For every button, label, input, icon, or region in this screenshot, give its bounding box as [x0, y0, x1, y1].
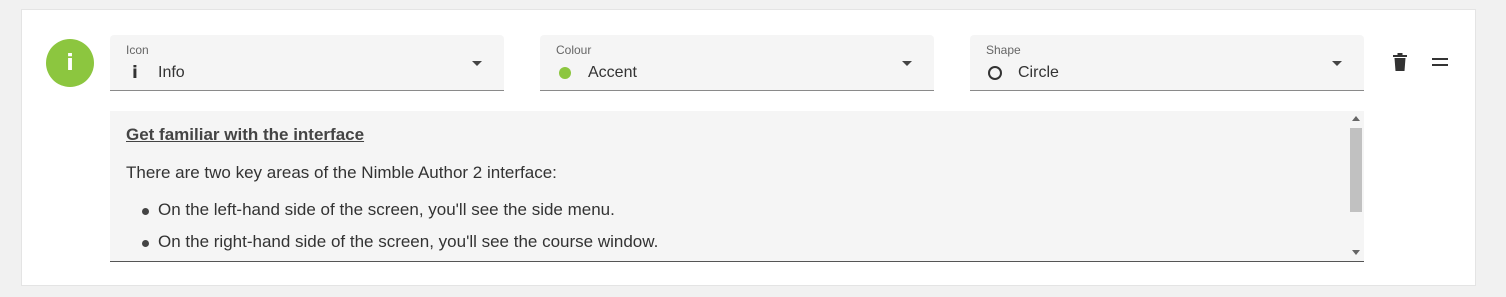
- colour-select-label: Colour: [556, 43, 592, 57]
- editor-scrollbar[interactable]: [1349, 111, 1363, 261]
- content-paragraph[interactable]: There are two key areas of the Nimble Au…: [126, 163, 1334, 183]
- shape-select[interactable]: Shape Circle: [970, 35, 1364, 91]
- scroll-down-icon[interactable]: [1352, 250, 1360, 255]
- shape-select-value: Circle: [1018, 64, 1059, 81]
- colour-select[interactable]: Colour Accent: [540, 35, 934, 91]
- scrollbar-thumb[interactable]: [1350, 128, 1362, 212]
- shape-select-label: Shape: [986, 43, 1021, 57]
- callout-badge: i: [46, 39, 94, 87]
- content-heading[interactable]: Get familiar with the interface: [126, 125, 1334, 145]
- chevron-down-icon[interactable]: [902, 61, 912, 66]
- info-icon: i: [132, 63, 138, 83]
- icon-select[interactable]: Icon i Info: [110, 35, 504, 91]
- bullet-icon: [142, 208, 149, 215]
- drag-handle-icon: [1432, 58, 1448, 66]
- trash-icon: [1393, 53, 1407, 71]
- colour-select-value: Accent: [588, 64, 637, 81]
- icon-select-label: Icon: [126, 43, 149, 57]
- bullet-icon: [142, 240, 149, 247]
- scroll-up-icon[interactable]: [1352, 116, 1360, 121]
- content-editor[interactable]: Get familiar with the interface There ar…: [110, 111, 1364, 262]
- bullet-item[interactable]: On the right-hand side of the screen, yo…: [126, 232, 1334, 252]
- color-swatch-icon: [559, 67, 571, 79]
- chevron-down-icon[interactable]: [472, 61, 482, 66]
- chevron-down-icon[interactable]: [1332, 61, 1342, 66]
- info-icon: i: [66, 50, 74, 76]
- icon-select-value: Info: [158, 64, 185, 81]
- delete-button[interactable]: [1388, 50, 1412, 74]
- content-bullet-list: On the left-hand side of the screen, you…: [126, 200, 1334, 252]
- bullet-item[interactable]: On the left-hand side of the screen, you…: [126, 200, 1334, 220]
- drag-handle-button[interactable]: [1428, 50, 1452, 74]
- circle-outline-icon: [988, 66, 1002, 80]
